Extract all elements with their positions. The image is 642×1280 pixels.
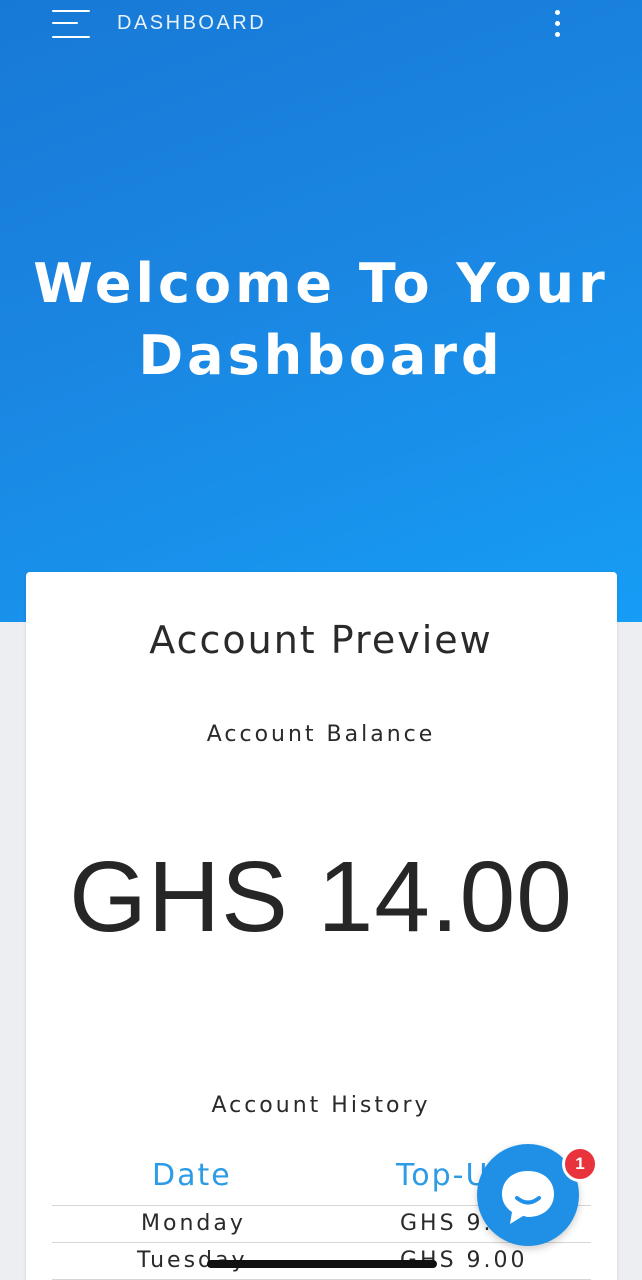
more-vertical-icon[interactable]: [546, 8, 570, 42]
balance-value: GHS 14.00: [69, 841, 573, 953]
home-indicator: [207, 1260, 437, 1268]
hamburger-icon[interactable]: [52, 8, 92, 40]
card-title: Account Preview: [149, 618, 493, 662]
table-cell-date: Monday: [141, 1211, 246, 1236]
column-header-date: Date: [152, 1158, 232, 1193]
history-label: Account History: [211, 1093, 431, 1118]
balance-label: Account Balance: [206, 722, 436, 747]
app-bar-title: DASHBOARD: [117, 12, 267, 34]
welcome-heading-line2: Dashboard: [138, 324, 504, 387]
notification-badge: 1: [562, 1146, 598, 1182]
top-app-bar: DASHBOARD: [0, 0, 642, 48]
welcome-heading-line1: Welcome To Your: [33, 252, 609, 315]
welcome-heading: Welcome To Your Dashboard: [0, 248, 642, 392]
